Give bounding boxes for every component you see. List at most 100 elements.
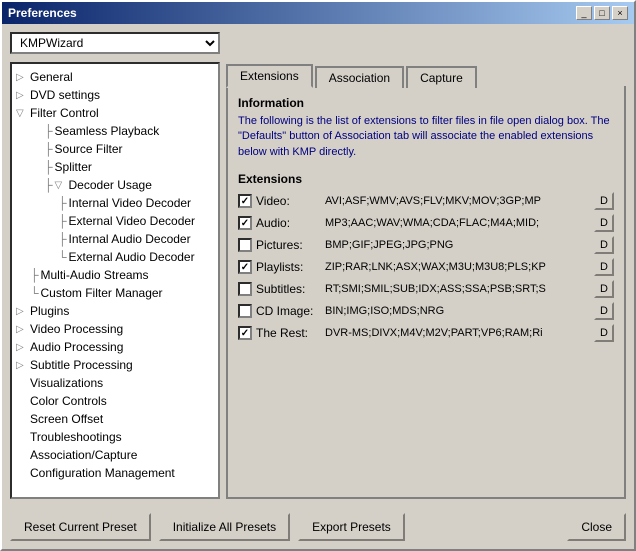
tree-item-video-proc[interactable]: ▷ Video Processing [12, 320, 218, 338]
tree-label-external-audio: External Audio Decoder [69, 250, 195, 264]
d-button-video[interactable]: D [594, 192, 614, 210]
expand-icon-plugins: ▷ [16, 306, 30, 317]
checkbox-subtitles[interactable] [238, 282, 252, 296]
ext-value-playlists: ZIP;RAR;LNK;ASX;WAX;M3U;M3U8;PLS;KP [325, 261, 590, 273]
close-dialog-button[interactable]: Close [567, 513, 626, 541]
ext-label-subtitles: Subtitles: [256, 282, 321, 296]
tree-label-internal-audio: Internal Audio Decoder [69, 232, 191, 246]
minimize-button[interactable]: _ [576, 6, 592, 20]
tree-item-visualizations[interactable]: Visualizations [12, 374, 218, 392]
export-presets-button[interactable]: Export Presets [298, 513, 405, 541]
close-button[interactable]: × [612, 6, 628, 20]
tree-label-seamless: Seamless Playback [55, 124, 160, 138]
connector-custom-filter: └ [30, 286, 39, 300]
tree-item-internal-audio[interactable]: ├ Internal Audio Decoder [12, 230, 218, 248]
reset-preset-button[interactable]: Reset Current Preset [10, 513, 151, 541]
tree-label-filter: Filter Control [30, 106, 99, 120]
checkbox-cdimage[interactable] [238, 304, 252, 318]
tree-item-source[interactable]: ├ Source Filter [12, 140, 218, 158]
ext-row-subtitles: Subtitles: RT;SMI;SMIL;SUB;IDX;ASS;SSA;P… [238, 280, 614, 298]
right-panel: Extensions Association Capture Informati… [226, 62, 626, 499]
ext-value-cdimage: BIN;IMG;ISO;MDS;NRG [325, 305, 590, 317]
tree-label-dvd: DVD settings [30, 88, 100, 102]
ext-value-audio: MP3;AAC;WAV;WMA;CDA;FLAC;M4A;MID; [325, 217, 590, 229]
tree-label-assoc-capture: Association/Capture [30, 448, 137, 462]
tree-item-audio-proc[interactable]: ▷ Audio Processing [12, 338, 218, 356]
connector-source: ├ [44, 142, 53, 156]
tree-item-color-controls[interactable]: Color Controls [12, 392, 218, 410]
connector-multi-audio: ├ [30, 268, 39, 282]
ext-row-video: Video: AVI;ASF;WMV;AVS;FLV;MKV;MOV;3GP;M… [238, 192, 614, 210]
tree-item-external-audio[interactable]: └ External Audio Decoder [12, 248, 218, 266]
ext-row-cdimage: CD Image: BIN;IMG;ISO;MDS;NRG D [238, 302, 614, 320]
expand-icon-audio-proc: ▷ [16, 342, 30, 353]
tree-item-decoder[interactable]: ├ ▽ Decoder Usage [12, 176, 218, 194]
tree-item-assoc-capture[interactable]: Association/Capture [12, 446, 218, 464]
connector-seamless: ├ [44, 124, 53, 138]
tree-item-troubleshootings[interactable]: Troubleshootings [12, 428, 218, 446]
tab-association[interactable]: Association [315, 66, 404, 88]
checkbox-pictures[interactable] [238, 238, 252, 252]
tree-panel: ▷ General ▷ DVD settings ▽ Filter Contro… [10, 62, 220, 499]
tree-label-video-proc: Video Processing [30, 322, 123, 336]
expand-icon-decoder: ▽ [55, 180, 69, 191]
checkbox-therest[interactable] [238, 326, 252, 340]
bottom-buttons: Reset Current Preset Initialize All Pres… [2, 507, 634, 549]
preset-dropdown[interactable]: KMPWizard [10, 32, 220, 54]
tree-label-visualizations: Visualizations [30, 376, 103, 390]
ext-label-therest: The Rest: [256, 326, 321, 340]
expand-icon-dvd: ▷ [16, 90, 30, 101]
tree-item-subtitle-proc[interactable]: ▷ Subtitle Processing [12, 356, 218, 374]
ext-label-playlists: Playlists: [256, 260, 321, 274]
checkbox-audio[interactable] [238, 216, 252, 230]
extensions-section: Extensions Video: AVI;ASF;WMV;AVS;FLV;MK… [238, 172, 614, 342]
initialize-presets-button[interactable]: Initialize All Presets [159, 513, 290, 541]
tree-label-troubleshootings: Troubleshootings [30, 430, 122, 444]
extensions-title: Extensions [238, 172, 614, 186]
tree-label-external-video: External Video Decoder [69, 214, 196, 228]
d-button-cdimage[interactable]: D [594, 302, 614, 320]
tab-capture[interactable]: Capture [406, 66, 477, 88]
tree-label-color-controls: Color Controls [30, 394, 107, 408]
expand-icon-video-proc: ▷ [16, 324, 30, 335]
d-button-audio[interactable]: D [594, 214, 614, 232]
expand-icon-subtitle-proc: ▷ [16, 360, 30, 371]
window-controls: _ □ × [576, 6, 628, 20]
tree-item-splitter[interactable]: ├ Splitter [12, 158, 218, 176]
ext-value-subtitles: RT;SMI;SMIL;SUB;IDX;ASS;SSA;PSB;SRT;S [325, 283, 590, 295]
d-button-therest[interactable]: D [594, 324, 614, 342]
ext-label-video: Video: [256, 194, 321, 208]
tree-label-source: Source Filter [55, 142, 123, 156]
d-button-subtitles[interactable]: D [594, 280, 614, 298]
tabs-bar: Extensions Association Capture [226, 62, 626, 88]
tree-label-decoder: Decoder Usage [69, 178, 152, 192]
tree-item-filter[interactable]: ▽ Filter Control [12, 104, 218, 122]
tab-extensions[interactable]: Extensions [226, 64, 313, 88]
tree-item-external-video[interactable]: ├ External Video Decoder [12, 212, 218, 230]
ext-label-pictures: Pictures: [256, 238, 321, 252]
tree-item-dvd[interactable]: ▷ DVD settings [12, 86, 218, 104]
d-button-pictures[interactable]: D [594, 236, 614, 254]
maximize-button[interactable]: □ [594, 6, 610, 20]
title-bar: Preferences _ □ × [2, 2, 634, 24]
tree-item-seamless[interactable]: ├ Seamless Playback [12, 122, 218, 140]
info-text: The following is the list of extensions … [238, 114, 614, 160]
tree-item-multi-audio[interactable]: ├ Multi-Audio Streams [12, 266, 218, 284]
tree-label-splitter: Splitter [55, 160, 92, 174]
tree-label-plugins: Plugins [30, 304, 69, 318]
checkbox-video[interactable] [238, 194, 252, 208]
tree-item-plugins[interactable]: ▷ Plugins [12, 302, 218, 320]
connector-splitter: ├ [44, 160, 53, 174]
ext-row-pictures: Pictures: BMP;GIF;JPEG;JPG;PNG D [238, 236, 614, 254]
window-content: KMPWizard ▷ General ▷ DVD settings ▽ Fil… [2, 24, 634, 507]
tree-item-screen-offset[interactable]: Screen Offset [12, 410, 218, 428]
preset-dropdown-container: KMPWizard [10, 32, 626, 54]
tree-item-custom-filter[interactable]: └ Custom Filter Manager [12, 284, 218, 302]
d-button-playlists[interactable]: D [594, 258, 614, 276]
tree-label-config-mgmt: Configuration Management [30, 466, 175, 480]
checkbox-playlists[interactable] [238, 260, 252, 274]
tree-item-general[interactable]: ▷ General [12, 68, 218, 86]
tree-item-internal-video[interactable]: ├ Internal Video Decoder [12, 194, 218, 212]
tree-item-config-mgmt[interactable]: Configuration Management [12, 464, 218, 482]
connector-int-video: ├ [58, 196, 67, 210]
